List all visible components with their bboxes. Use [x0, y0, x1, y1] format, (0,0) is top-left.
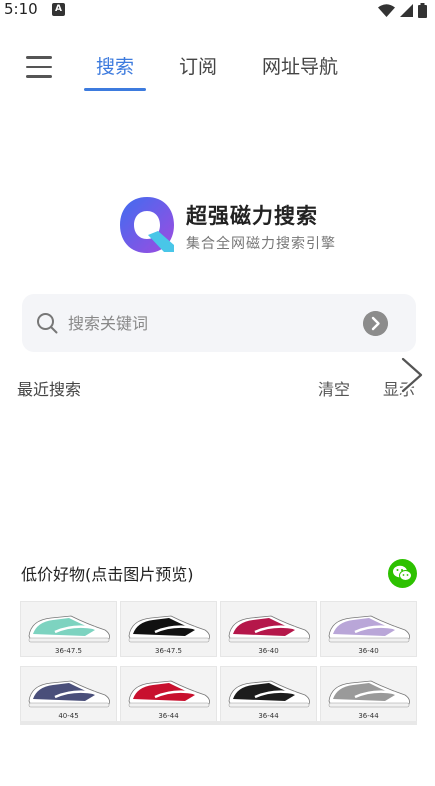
- sneaker-icon: [328, 615, 410, 643]
- product-image[interactable]: 36-40: [220, 601, 317, 657]
- sneaker-icon: [128, 680, 210, 707]
- product-grid-more: [20, 721, 417, 725]
- wifi-icon: [378, 3, 395, 17]
- sneaker-icon: [28, 615, 110, 643]
- recent-search-header: 最近搜索 清空 显示: [0, 372, 435, 402]
- status-icons: [378, 3, 427, 18]
- menu-icon[interactable]: [26, 56, 52, 78]
- brand-header: 超强磁力搜索 集合全网磁力搜索引擎: [118, 195, 378, 259]
- search-box: [22, 294, 416, 352]
- product-size-label: 36-40: [258, 647, 279, 655]
- active-tab-indicator: [84, 88, 146, 91]
- status-bar: 5:10 A: [0, 0, 435, 22]
- product-image[interactable]: 40-45: [20, 665, 117, 722]
- sneaker-icon: [28, 680, 110, 707]
- recent-search-title: 最近搜索: [17, 380, 82, 399]
- notification-icon: A: [52, 3, 65, 16]
- product-size-label: 36-44: [358, 711, 379, 720]
- tab-subscribe[interactable]: 订阅: [179, 52, 217, 79]
- product-image[interactable]: 36-40: [320, 601, 417, 657]
- clear-button[interactable]: 清空: [318, 376, 350, 400]
- tab-site-nav[interactable]: 网址导航: [262, 52, 338, 79]
- product-image[interactable]: 36-44: [320, 665, 417, 722]
- product-grid: 36-47.5 36-47.5 36-40 36-40 40-45 36-44 36-44 3…: [20, 601, 417, 727]
- sneaker-icon: [328, 680, 410, 707]
- product-size-label: 36-40: [358, 647, 379, 655]
- wechat-icon[interactable]: [388, 559, 417, 588]
- product-size-label: 36-44: [258, 711, 279, 720]
- product-size-label: 36-44: [158, 711, 179, 720]
- app-title: 超强磁力搜索: [186, 204, 318, 228]
- product-size-label: 36-47.5: [54, 647, 83, 655]
- product-image[interactable]: 36-44: [220, 665, 317, 722]
- product-image[interactable]: 36-47.5: [20, 601, 117, 657]
- search-submit-icon[interactable]: [363, 311, 388, 336]
- top-nav: 搜索 订阅 网址导航: [0, 40, 435, 96]
- promo-title: 低价好物(点击图片预览): [21, 565, 194, 584]
- chevron-right-icon[interactable]: [397, 355, 427, 395]
- search-input[interactable]: [68, 306, 348, 340]
- sneaker-icon: [228, 615, 310, 643]
- product-image[interactable]: 36-44: [120, 665, 217, 722]
- sneaker-icon: [128, 615, 210, 643]
- sneaker-icon: [228, 680, 310, 707]
- battery-icon: [418, 3, 427, 18]
- search-icon: [37, 313, 58, 334]
- product-size-label: 40-45: [58, 711, 79, 720]
- product-image[interactable]: 36-47.5: [120, 601, 217, 657]
- status-time: 5:10: [4, 0, 38, 18]
- signal-icon: [400, 4, 413, 17]
- product-size-label: 36-47.5: [154, 647, 183, 655]
- tab-search[interactable]: 搜索: [96, 52, 134, 79]
- app-subtitle: 集合全网磁力搜索引擎: [186, 236, 336, 252]
- app-logo-icon: [120, 197, 174, 253]
